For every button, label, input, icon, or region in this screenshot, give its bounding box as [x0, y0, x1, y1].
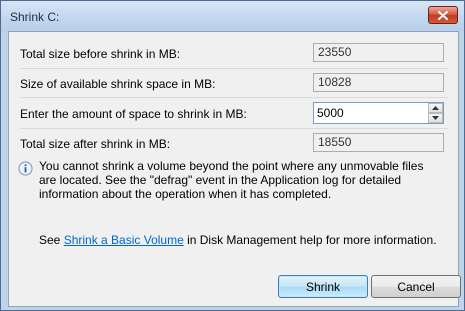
available-space-label: Size of available shrink space in MB:: [20, 77, 216, 91]
help-suffix: in Disk Management help for more informa…: [183, 233, 437, 247]
shrink-amount-label: Enter the amount of space to shrink in M…: [20, 107, 247, 121]
total-before-value: 23550: [313, 43, 444, 62]
total-after-label: Total size after shrink in MB:: [20, 137, 171, 151]
cancel-button[interactable]: Cancel: [371, 275, 461, 298]
help-text: See Shrink a Basic Volume in Disk Manage…: [39, 233, 437, 247]
total-before-label: Total size before shrink in MB:: [20, 47, 181, 61]
chevron-down-icon: [432, 116, 439, 120]
shrink-amount-stepper[interactable]: [313, 102, 444, 124]
shrink-basic-volume-link[interactable]: Shrink a Basic Volume: [64, 233, 184, 247]
info-icon: [18, 161, 33, 176]
shrink-button[interactable]: Shrink: [278, 275, 368, 298]
info-message: You cannot shrink a volume beyond the po…: [39, 159, 424, 201]
dialog-body: Total size before shrink in MB: 23550 Si…: [8, 31, 461, 307]
row-divider: [20, 68, 448, 69]
row-divider: [20, 97, 448, 98]
spin-buttons: [428, 103, 443, 123]
help-prefix: See: [39, 233, 64, 247]
available-space-value: 10828: [313, 73, 444, 92]
spin-up-button[interactable]: [428, 103, 443, 113]
title-bar[interactable]: Shrink C:: [1, 1, 464, 31]
shrink-amount-input[interactable]: [314, 103, 428, 123]
close-icon: [438, 10, 448, 20]
total-after-value: 18550: [313, 133, 444, 152]
row-divider: [20, 128, 448, 129]
shrink-dialog-window: Shrink C: Total size before shrink in MB…: [0, 0, 465, 311]
spin-down-button[interactable]: [428, 113, 443, 123]
window-title: Shrink C:: [10, 10, 60, 24]
close-button[interactable]: [428, 6, 458, 24]
chevron-up-icon: [432, 106, 439, 110]
